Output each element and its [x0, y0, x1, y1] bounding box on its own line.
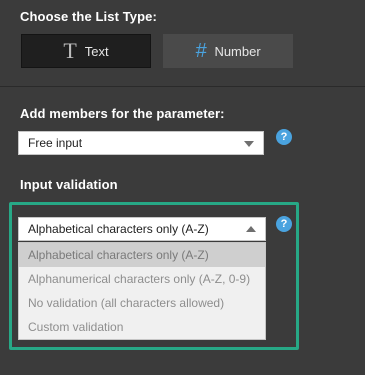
members-heading: Add members for the parameter:	[20, 106, 225, 121]
text-type-icon: T	[63, 38, 77, 63]
chevron-up-icon	[246, 226, 256, 232]
list-type-heading: Choose the List Type:	[20, 9, 157, 24]
list-type-number-label: Number	[214, 43, 261, 59]
list-type-text-button[interactable]: T Text	[21, 34, 151, 68]
number-type-icon: #	[195, 40, 207, 62]
parameter-settings-panel: Choose the List Type: T Text # Number Ad…	[0, 0, 365, 375]
validation-dropdown[interactable]: Alphabetical characters only (A-Z)	[18, 217, 266, 241]
validation-help-icon[interactable]: ?	[276, 216, 292, 232]
validation-option-custom[interactable]: Custom validation	[19, 315, 265, 339]
section-divider	[0, 86, 365, 87]
validation-dropdown-value: Alphabetical characters only (A-Z)	[28, 222, 209, 236]
list-type-text-label: Text	[84, 43, 109, 59]
list-type-number-button[interactable]: # Number	[163, 34, 293, 68]
members-dropdown[interactable]: Free input	[18, 131, 264, 155]
members-help-icon[interactable]: ?	[276, 129, 292, 145]
validation-heading: Input validation	[20, 177, 118, 192]
validation-options-list: Alphabetical characters only (A-Z) Alpha…	[18, 242, 266, 340]
chevron-down-icon	[244, 141, 254, 147]
validation-option-alphanumerical[interactable]: Alphanumerical characters only (A-Z, 0-9…	[19, 267, 265, 291]
validation-option-alphabetical[interactable]: Alphabetical characters only (A-Z)	[19, 243, 265, 267]
members-dropdown-value: Free input	[28, 136, 83, 150]
validation-option-no-validation[interactable]: No validation (all characters allowed)	[19, 291, 265, 315]
